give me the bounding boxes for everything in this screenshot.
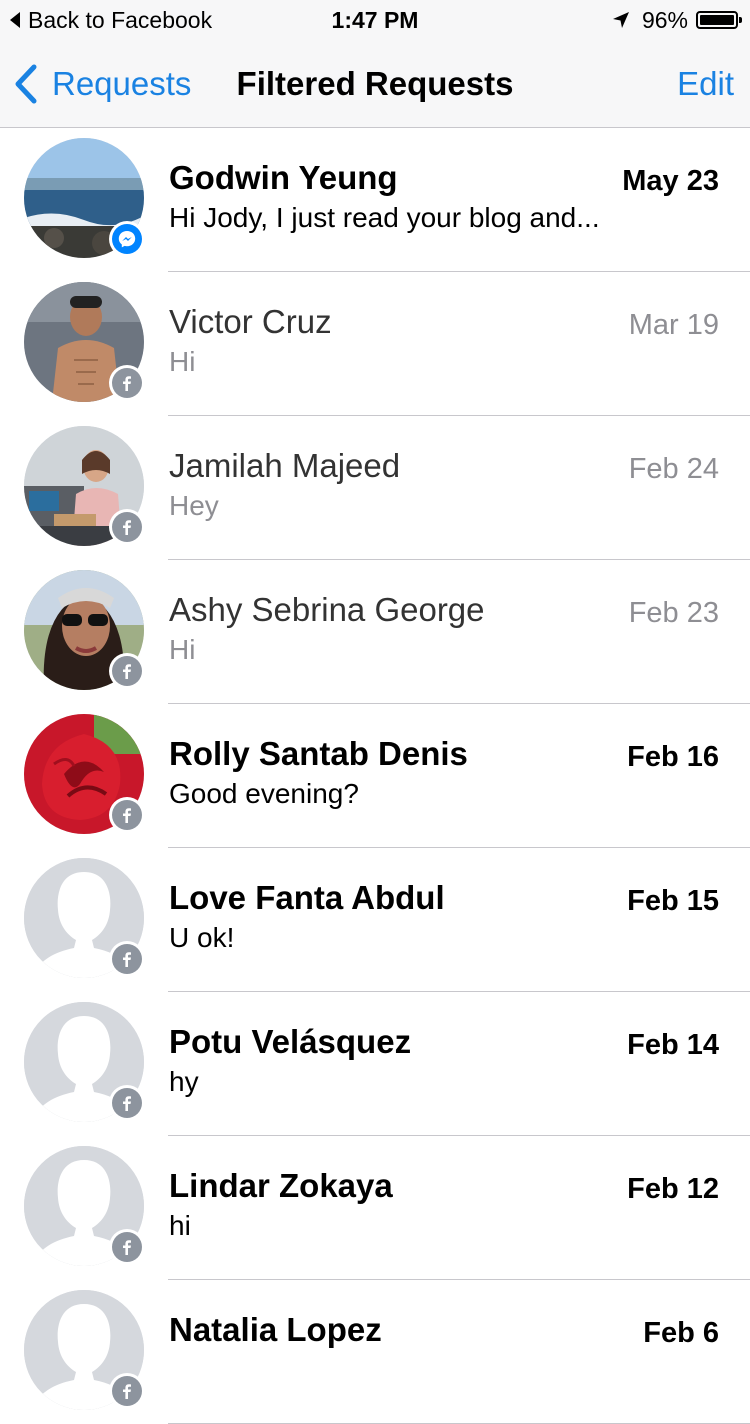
request-row[interactable]: Ashy Sebrina George Hi Feb 23	[0, 560, 750, 704]
sender-name: Lindar Zokaya	[169, 1167, 393, 1204]
location-arrow-icon	[612, 11, 630, 29]
edit-button[interactable]: Edit	[677, 40, 734, 128]
request-row[interactable]: Natalia Lopez Feb 6	[0, 1280, 750, 1424]
request-row[interactable]: Rolly Santab Denis Good evening? Feb 16	[0, 704, 750, 848]
message-date: Feb 16	[627, 741, 719, 773]
battery-percent: 96%	[641, 6, 688, 33]
sender-name: Rolly Santab Denis	[169, 735, 468, 772]
battery-icon	[696, 11, 742, 29]
request-row[interactable]: Lindar Zokaya hi Feb 12	[0, 1136, 750, 1280]
facebook-icon	[109, 365, 145, 401]
message-preview: hi	[169, 1210, 191, 1241]
facebook-icon	[109, 1085, 145, 1121]
sender-name: Natalia Lopez	[169, 1311, 382, 1348]
message-preview: Hi Jody, I just read your blog and...	[169, 202, 600, 233]
request-row[interactable]: Potu Velásquez hy Feb 14	[0, 992, 750, 1136]
message-date: Feb 15	[627, 885, 719, 917]
sender-name: Ashy Sebrina George	[169, 591, 485, 628]
sender-name: Victor Cruz	[169, 303, 332, 340]
facebook-icon	[109, 1229, 145, 1265]
message-preview: Hey	[169, 490, 219, 521]
message-date: Mar 19	[628, 309, 719, 341]
message-preview: Good evening?	[169, 778, 359, 809]
message-date: Feb 23	[628, 597, 719, 629]
request-row[interactable]: Godwin Yeung Hi Jody, I just read your bl…	[0, 128, 750, 272]
message-preview: Hi	[169, 634, 196, 665]
message-preview: Hi	[169, 346, 196, 377]
chevron-left-icon	[15, 64, 37, 104]
facebook-icon	[109, 797, 145, 833]
navigation-bar: Requests Filtered Requests Edit	[0, 40, 750, 128]
request-row[interactable]: Love Fanta Abdul U ok! Feb 15	[0, 848, 750, 992]
message-preview: hy	[169, 1066, 199, 1097]
message-date: May 23	[622, 165, 719, 197]
messenger-icon	[109, 221, 145, 257]
message-date: Feb 14	[627, 1029, 719, 1061]
request-row[interactable]: Victor Cruz Hi Mar 19	[0, 272, 750, 416]
status-bar: Back to Facebook 1:47 PM 96%	[0, 0, 750, 40]
requests-back-button[interactable]: Requests	[14, 40, 191, 128]
message-date: Feb 6	[643, 1317, 719, 1349]
sender-name: Godwin Yeung	[169, 159, 398, 196]
facebook-icon	[109, 509, 145, 545]
sender-name: Love Fanta Abdul	[169, 879, 445, 916]
sender-name: Potu Velásquez	[169, 1023, 412, 1060]
message-date: Feb 24	[628, 453, 719, 485]
request-row[interactable]: Jamilah Majeed Hey Feb 24	[0, 416, 750, 560]
facebook-icon	[109, 941, 145, 977]
requests-back-label: Requests	[52, 65, 192, 102]
request-list: Godwin Yeung Hi Jody, I just read your bl…	[0, 128, 750, 1424]
message-date: Feb 12	[627, 1173, 719, 1205]
sender-name: Jamilah Majeed	[169, 447, 401, 484]
facebook-icon	[109, 653, 145, 689]
status-indicators: 96%	[612, 6, 742, 34]
facebook-icon	[109, 1373, 145, 1409]
message-preview: U ok!	[169, 922, 235, 953]
